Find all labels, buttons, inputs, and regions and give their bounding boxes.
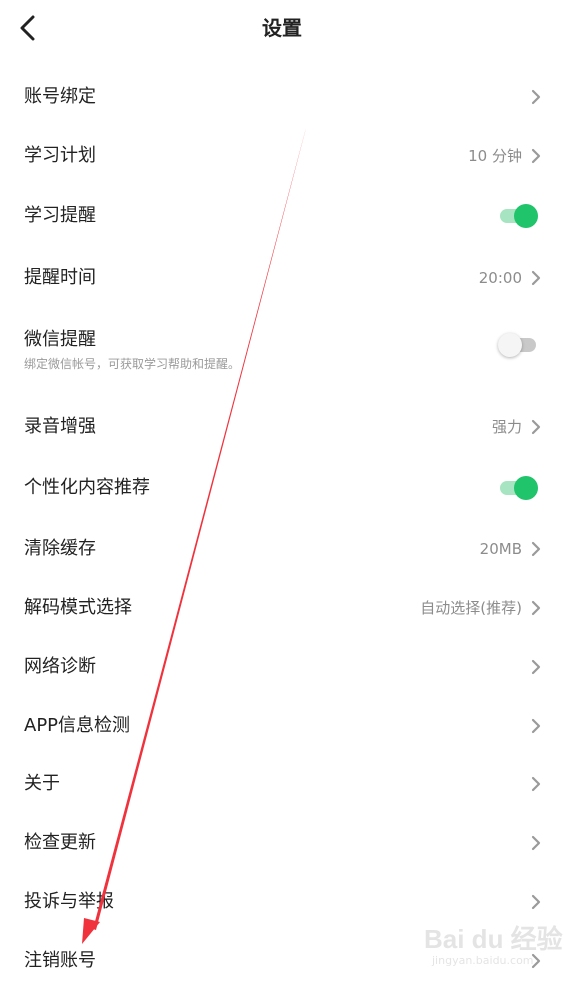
settings-row-label: 网络诊断 xyxy=(24,656,96,677)
settings-row-label: 学习提醒 xyxy=(24,205,96,226)
settings-row-reminder-time[interactable]: 提醒时间 20:00 xyxy=(0,248,564,308)
settings-row-label: 关于 xyxy=(24,773,60,794)
settings-row-check-update[interactable]: 检查更新 xyxy=(0,813,564,873)
settings-row-label: 个性化内容推荐 xyxy=(24,477,150,498)
settings-row-value: 自动选择(推荐) xyxy=(420,599,522,617)
toggle-switch-on[interactable] xyxy=(498,476,538,500)
settings-row-study-plan[interactable]: 学习计划 10 分钟 xyxy=(0,126,564,186)
chevron-right-icon xyxy=(531,419,541,435)
settings-row-label: APP信息检测 xyxy=(24,715,131,736)
settings-row-decode-mode[interactable]: 解码模式选择 自动选择(推荐) xyxy=(0,578,564,638)
toggle-knob xyxy=(514,204,538,228)
settings-row-label: 检查更新 xyxy=(24,832,96,853)
chevron-right-icon xyxy=(531,600,541,616)
baidu-jingyan-watermark: Bai du 经验 jingyan.baidu.com xyxy=(424,920,563,970)
header-bar: 设置 xyxy=(0,0,564,60)
settings-row-app-info-check[interactable]: APP信息检测 xyxy=(0,696,564,756)
settings-row-recording-enhance[interactable]: 录音增强 强力 xyxy=(0,397,564,457)
chevron-right-icon xyxy=(531,89,541,105)
settings-row-wechat-reminder[interactable]: 微信提醒绑定微信帐号，可获取学习帮助和提醒。 xyxy=(0,315,564,375)
settings-row-value: 20:00 xyxy=(478,269,522,287)
chevron-right-icon xyxy=(531,718,541,734)
settings-row-label: 注销账号 xyxy=(24,950,96,971)
chevron-right-icon xyxy=(531,659,541,675)
settings-row-network-diagnosis[interactable]: 网络诊断 xyxy=(0,637,564,697)
toggle-knob xyxy=(514,476,538,500)
page-title: 设置 xyxy=(262,16,302,40)
chevron-right-icon xyxy=(531,148,541,164)
watermark-url: jingyan.baidu.com xyxy=(432,954,534,967)
settings-row-value: 10 分钟 xyxy=(468,147,522,165)
chevron-right-icon xyxy=(531,270,541,286)
chevron-right-icon xyxy=(531,835,541,851)
settings-row-label: 录音增强 xyxy=(24,416,96,437)
settings-row-label: 解码模式选择 xyxy=(24,597,132,618)
settings-row-clear-cache[interactable]: 清除缓存 20MB xyxy=(0,519,564,579)
chevron-right-icon xyxy=(531,541,541,557)
settings-row-label: 投诉与举报 xyxy=(24,891,114,912)
settings-row-about[interactable]: 关于 xyxy=(0,754,564,814)
toggle-switch-on[interactable] xyxy=(498,204,538,228)
toggle-knob xyxy=(498,333,522,357)
watermark-logo-text: Bai du 经验 xyxy=(424,924,563,954)
settings-row-label: 学习计划 xyxy=(24,145,96,166)
settings-row-label: 清除缓存 xyxy=(24,538,96,559)
settings-row-label: 提醒时间 xyxy=(24,267,96,288)
settings-row-account-binding[interactable]: 账号绑定 xyxy=(0,67,564,127)
settings-row-study-reminder[interactable]: 学习提醒 xyxy=(0,186,564,246)
settings-row-personalized-content[interactable]: 个性化内容推荐 xyxy=(0,458,564,518)
chevron-right-icon xyxy=(531,776,541,792)
settings-row-value: 20MB xyxy=(479,540,522,558)
settings-row-label: 账号绑定 xyxy=(24,86,96,107)
settings-row-sublabel: 绑定微信帐号，可获取学习帮助和提醒。 xyxy=(24,357,241,371)
settings-row-label: 微信提醒 xyxy=(24,329,96,350)
chevron-right-icon xyxy=(531,894,541,910)
toggle-switch-off[interactable] xyxy=(498,333,538,357)
settings-row-value: 强力 xyxy=(491,418,522,436)
